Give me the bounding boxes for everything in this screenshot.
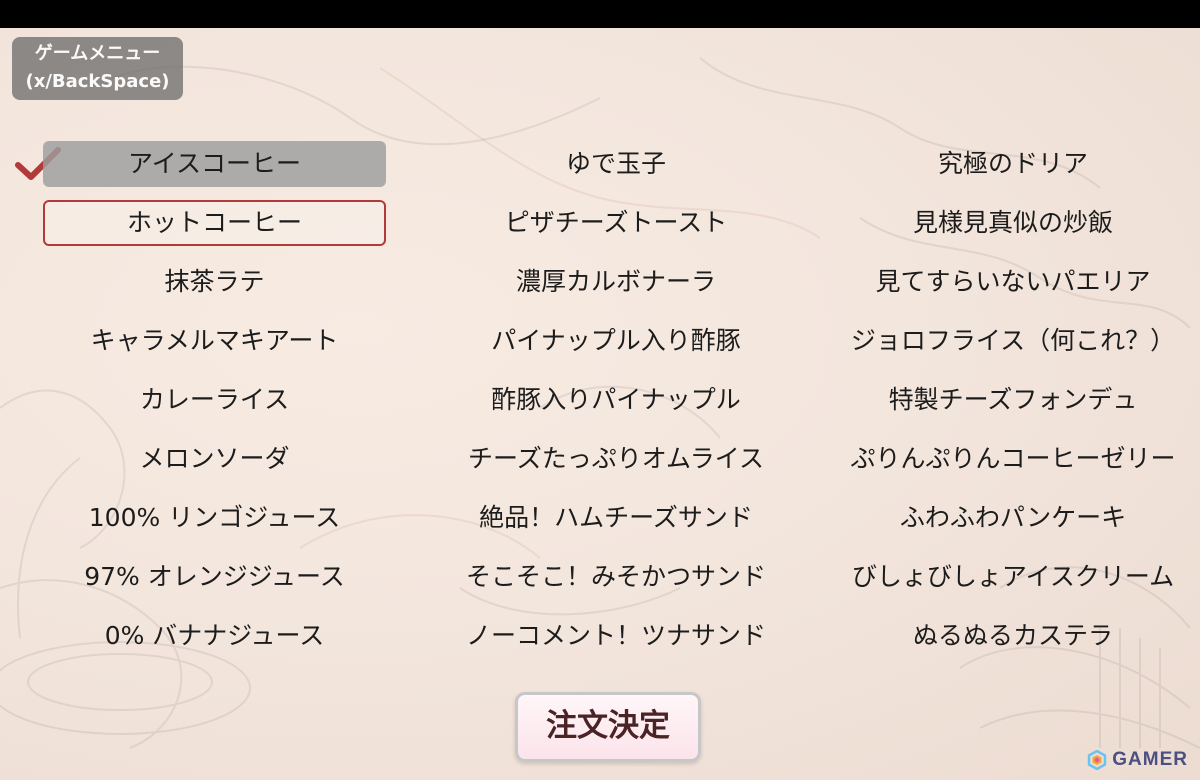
menu-item[interactable]: 97% オレンジジュース	[43, 554, 386, 600]
menu-item[interactable]: ぷりんぷりんコーヒーゼリー	[830, 436, 1196, 482]
game-menu-button[interactable]: ゲームメニュー (x/BackSpace)	[12, 37, 183, 100]
top-letterbox-bar	[0, 0, 1200, 28]
menu-item[interactable]: びしょびしょアイスクリーム	[830, 554, 1196, 600]
menu-item[interactable]: ノーコメント！ツナサンド	[431, 613, 801, 659]
menu-item[interactable]: ふわふわパンケーキ	[830, 495, 1196, 541]
menu-item[interactable]: 濃厚カルボナーラ	[431, 259, 801, 305]
menu-item[interactable]: 特製チーズフォンデュ	[830, 377, 1196, 423]
menu-item[interactable]: 究極のドリア	[830, 141, 1196, 187]
menu-item[interactable]: パイナップル入り酢豚	[431, 318, 801, 364]
watermark-text: GAMER	[1112, 749, 1188, 770]
menu-item[interactable]: ホットコーヒー	[43, 200, 386, 246]
gamer-logo-icon	[1088, 750, 1107, 770]
menu-item[interactable]: ゆで玉子	[431, 141, 801, 187]
menu-item[interactable]: 見てすらいないパエリア	[830, 259, 1196, 305]
menu-item[interactable]: 絶品！ハムチーズサンド	[431, 495, 801, 541]
menu-item[interactable]: カレーライス	[43, 377, 386, 423]
menu-item[interactable]: 酢豚入りパイナップル	[431, 377, 801, 423]
menu-item[interactable]: アイスコーヒー	[43, 141, 386, 187]
game-menu-label: ゲームメニュー	[34, 43, 161, 64]
menu-item[interactable]: ピザチーズトースト	[431, 200, 801, 246]
menu-item[interactable]: 抹茶ラテ	[43, 259, 386, 305]
game-menu-shortcut: (x/BackSpace)	[25, 71, 170, 92]
menu-item[interactable]: 0% バナナジュース	[43, 613, 386, 659]
menu-item[interactable]: メロンソーダ	[43, 436, 386, 482]
menu-item[interactable]: キャラメルマキアート	[43, 318, 386, 364]
menu-item[interactable]: そこそこ！みそかつサンド	[431, 554, 801, 600]
menu-item[interactable]: 見様見真似の炒飯	[830, 200, 1196, 246]
menu-item[interactable]: ぬるぬるカステラ	[830, 613, 1196, 659]
menu-item[interactable]: チーズたっぷりオムライス	[431, 436, 801, 482]
order-confirm-button[interactable]: 注文決定	[515, 692, 701, 762]
gamer-watermark: GAMER	[1087, 749, 1188, 771]
menu-item[interactable]: ジョロフライス（何これ？）	[830, 318, 1196, 364]
menu-item[interactable]: 100% リンゴジュース	[43, 495, 386, 541]
